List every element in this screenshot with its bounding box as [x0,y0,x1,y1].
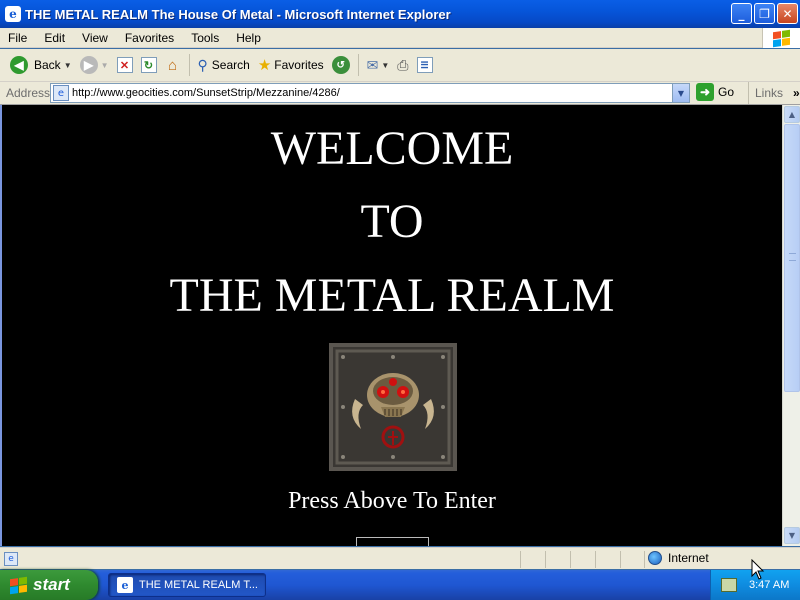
back-arrow-icon: ◀ [10,56,28,74]
grip-icon [789,253,796,261]
windows-logo-icon [762,28,800,48]
enter-instruction: Press Above To Enter [288,488,496,514]
go-arrow-icon: ➜ [696,83,714,101]
zone-label: Internet [668,551,709,565]
close-button[interactable]: ✕ [777,3,798,24]
edit-page-icon: ☰ [416,57,433,73]
toolbar-separator [188,54,190,76]
partial-page-element [356,537,429,546]
ie-icon: e [5,6,21,22]
refresh-icon: ↻ [140,57,157,73]
menu-view[interactable]: View [74,31,117,45]
address-label: Address [6,86,51,100]
window-titlebar[interactable]: e THE METAL REALM The House Of Metal - M… [0,0,800,28]
enter-skull-image-link[interactable] [329,343,457,471]
toolbar-separator [357,54,359,76]
chevron-right-icon: » [793,86,800,100]
forward-arrow-icon: ▶ [79,56,98,74]
to-heading: TO [360,195,424,248]
stop-icon: ✕ [116,57,133,73]
menu-help[interactable]: Help [228,31,270,45]
stop-button[interactable]: ✕ [113,52,137,78]
globe-icon [648,551,662,565]
page-icon: e [53,85,69,101]
network-icon[interactable] [721,578,737,592]
vertical-scrollbar[interactable]: ▲ ▼ [782,105,800,546]
menu-edit[interactable]: Edit [36,31,74,45]
maximize-button[interactable]: ❐ [754,3,775,24]
menu-bar: File Edit View Favorites Tools Help [0,28,800,48]
favorites-button[interactable]: ★ Favorites [254,52,328,78]
start-label: start [33,575,70,594]
address-input[interactable]: e http://www.geocities.com/SunsetStrip/M… [50,83,690,103]
security-zone: Internet [648,551,709,565]
page-content: WELCOME TO THE METAL REALM Press Above T… [0,105,782,546]
back-button[interactable]: ◀ Back ▼ [6,52,76,78]
standard-toolbar: ◀ Back ▼ ▶ ▼ ✕ ↻ ⌂ ⚲ Search ★ Favorites … [0,49,800,82]
mail-dropdown-icon[interactable]: ▼ [381,61,389,70]
favorites-label: Favorites [274,58,324,72]
edit-button[interactable]: ☰ [413,52,437,78]
status-bar: e Internet [0,547,800,569]
go-label: Go [718,85,735,99]
taskbar: start e THE METAL REALM T... 3:47 AM [0,570,800,600]
site-name-heading: THE METAL REALM [169,269,615,322]
history-icon: ↺ [331,56,350,74]
scroll-thumb[interactable] [784,124,800,392]
welcome-heading: WELCOME [270,122,514,175]
status-divider [644,551,645,568]
menu-tools[interactable]: Tools [183,31,228,45]
back-dropdown-icon[interactable]: ▼ [64,61,72,70]
address-bar: Address e http://www.geocities.com/Sunse… [0,82,800,105]
taskbar-item-ie-window[interactable]: e THE METAL REALM T... [108,573,266,597]
minimize-button[interactable]: _ [731,3,752,24]
forward-button[interactable]: ▶ ▼ [76,52,113,78]
links-button[interactable]: Links » [748,82,800,104]
home-icon: ⌂ [168,56,178,74]
task-label: THE METAL REALM T... [139,579,258,591]
home-button[interactable]: ⌂ [161,52,185,78]
star-icon: ★ [257,57,272,74]
mouse-cursor-icon [751,559,765,580]
scroll-down-icon[interactable]: ▼ [784,527,800,544]
go-button[interactable]: ➜ Go [696,83,734,101]
status-divider [545,551,546,568]
status-divider [520,551,521,568]
menu-favorites[interactable]: Favorites [117,31,183,45]
mail-icon: ✉ [366,56,379,73]
scroll-up-icon[interactable]: ▲ [784,106,800,123]
menu-file[interactable]: File [0,31,36,45]
mail-button[interactable]: ✉ ▼ [363,52,394,78]
skull-icon [333,347,453,467]
address-dropdown-icon[interactable]: ▼ [672,84,689,102]
page-status-icon: e [4,551,18,566]
history-button[interactable]: ↺ [328,52,354,78]
status-divider [570,551,571,568]
search-icon: ⚲ [197,56,208,73]
status-divider [595,551,596,568]
status-divider [620,551,621,568]
windows-flag-icon [10,576,27,594]
search-label: Search [211,58,250,72]
links-label: Links [755,86,784,100]
ie-icon: e [117,577,133,593]
back-label: Back [34,58,61,72]
printer-icon: ⎙ [397,56,409,73]
forward-dropdown-icon[interactable]: ▼ [101,61,109,70]
search-button[interactable]: ⚲ Search [194,52,254,78]
refresh-button[interactable]: ↻ [137,52,161,78]
window-title: THE METAL REALM The House Of Metal - Mic… [25,6,451,22]
start-button[interactable]: start [0,570,98,600]
print-button[interactable]: ⎙ [393,52,412,78]
address-url[interactable]: http://www.geocities.com/SunsetStrip/Mez… [72,87,340,99]
